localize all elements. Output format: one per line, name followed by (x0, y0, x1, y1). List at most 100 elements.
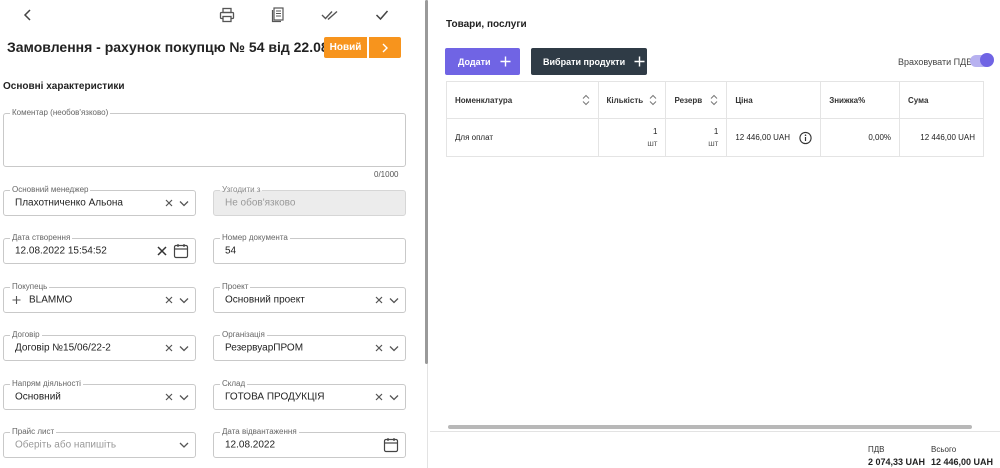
status-button[interactable]: Новий (324, 37, 367, 58)
sort-icon[interactable] (582, 94, 590, 106)
chevron-down-icon[interactable] (179, 442, 189, 449)
chevron-down-icon[interactable] (179, 394, 189, 401)
contract-label: Договір (10, 330, 42, 340)
sort-icon[interactable] (649, 94, 657, 106)
clear-icon[interactable] (165, 296, 173, 304)
comment-counter: 0/1000 (374, 170, 399, 179)
table-header-row: Номенклатура Кількість Резерв Ціна Знижк… (446, 81, 984, 119)
project-value: Основний проект (225, 294, 305, 306)
double-check-icon[interactable] (319, 4, 341, 26)
created-date-field[interactable]: Дата створення 12.08.2022 15:54:52 (3, 233, 196, 264)
doc-number-field[interactable]: Номер документа 54 (213, 233, 406, 264)
order-screen: Замовлення - рахунок покупцю № 54 від 22… (0, 0, 1000, 468)
agree-with-label: Узгодити з (220, 185, 263, 195)
choose-products-label: Вибрати продукти (543, 56, 626, 67)
project-select[interactable]: Проект Основний проект (213, 282, 406, 313)
plus-icon (634, 56, 645, 67)
col-header-qty[interactable]: Кількість (597, 81, 667, 119)
add-button[interactable]: Додати (445, 48, 520, 75)
price-list-select[interactable]: Прайс лист Оберіть або напишіть (3, 427, 196, 458)
buyer-select[interactable]: Покупець BLAMMO (3, 282, 196, 313)
agree-with-field: Узгодити з Не обов'язково (213, 185, 406, 216)
clear-icon[interactable] (165, 199, 173, 207)
sort-icon[interactable] (710, 94, 718, 106)
check-icon[interactable] (371, 4, 393, 26)
chevron-down-icon[interactable] (179, 297, 189, 304)
footer-divider (430, 431, 1000, 432)
doc-number-label: Номер документа (220, 233, 290, 243)
project-label: Проект (220, 282, 251, 292)
buyer-label: Покупець (10, 282, 50, 292)
doc-number-value: 54 (225, 245, 237, 257)
organization-select[interactable]: Організація РезервуарПРОМ (213, 330, 406, 361)
chevron-down-icon[interactable] (389, 394, 399, 401)
cell-reserve[interactable]: 1 шт (665, 118, 728, 157)
document-icon[interactable] (267, 4, 289, 26)
col-header-sum[interactable]: Сума (899, 81, 984, 119)
back-chevron-icon[interactable] (17, 4, 39, 26)
plus-icon[interactable] (12, 296, 21, 305)
price-list-placeholder: Оберіть або напишіть (15, 439, 117, 451)
cell-price[interactable]: 12 446,00 UAH (726, 118, 822, 157)
buyer-value: BLAMMO (29, 294, 73, 306)
activity-value: Основний (15, 391, 61, 403)
clear-icon[interactable] (375, 393, 383, 401)
ship-date-label: Дата відвантаження (220, 427, 299, 437)
clear-icon[interactable] (157, 246, 167, 256)
vat-toggle-knob (980, 53, 994, 67)
cell-qty[interactable]: 1 шт (597, 118, 667, 157)
horizontal-scrollbar[interactable] (448, 425, 972, 429)
calendar-icon[interactable] (173, 243, 189, 259)
toolbar (0, 4, 420, 26)
section-title: Основні характеристики (3, 81, 125, 92)
print-icon[interactable] (216, 4, 238, 26)
ship-date-value: 12.08.2022 (225, 439, 276, 451)
vat-toggle[interactable] (970, 53, 994, 67)
grand-total-label: Всього (931, 445, 957, 454)
contract-select[interactable]: Договір Договір №15/06/22-2 (3, 330, 196, 361)
col-header-reserve[interactable]: Резерв (665, 81, 728, 119)
created-date-label: Дата створення (10, 233, 73, 243)
cell-name: Для оплат (446, 118, 599, 157)
warehouse-select[interactable]: Склад ГОТОВА ПРОДУКЦІЯ (213, 379, 406, 410)
chevron-down-icon[interactable] (389, 345, 399, 352)
clear-icon[interactable] (375, 296, 383, 304)
chevron-down-icon[interactable] (389, 297, 399, 304)
comment-textarea[interactable]: Коментар (необов'язково) (3, 108, 406, 167)
organization-value: РезервуарПРОМ (225, 342, 304, 354)
choose-products-button[interactable]: Вибрати продукти (531, 48, 647, 75)
table-row[interactable]: Для оплат 1 шт 1 шт 12 446,00 UAH 0,00% … (446, 118, 984, 157)
next-status-button[interactable] (369, 37, 401, 58)
ship-date-field[interactable]: Дата відвантаження 12.08.2022 (213, 427, 406, 458)
vat-toggle-label: Враховувати ПДВ (898, 57, 973, 67)
col-header-price[interactable]: Ціна (726, 81, 822, 119)
cell-sum: 12 446,00 UAH (899, 118, 984, 157)
chevron-down-icon[interactable] (179, 200, 189, 207)
goods-table: Номенклатура Кількість Резерв Ціна Знижк… (446, 81, 984, 157)
organization-label: Організація (220, 330, 267, 340)
activity-label: Напрям діяльності (10, 379, 83, 389)
activity-select[interactable]: Напрям діяльності Основний (3, 379, 196, 410)
manager-select[interactable]: Основний менеджер Плахотниченко Альона (3, 185, 196, 216)
col-header-discount[interactable]: Знижка% (820, 81, 901, 119)
warehouse-label: Склад (220, 379, 248, 389)
buyer-value-wrap: BLAMMO (12, 295, 72, 306)
chevron-down-icon[interactable] (179, 345, 189, 352)
col-header-name[interactable]: Номенклатура (446, 81, 599, 119)
chevron-right-icon (382, 43, 388, 52)
info-icon[interactable] (799, 131, 812, 144)
manager-label: Основний менеджер (10, 185, 91, 195)
manager-value: Плахотниченко Альона (15, 197, 123, 209)
clear-icon[interactable] (375, 344, 383, 352)
clear-icon[interactable] (165, 344, 173, 352)
vertical-scrollbar[interactable] (425, 0, 428, 364)
order-form-panel: Замовлення - рахунок покупцю № 54 від 22… (0, 0, 420, 468)
price-list-label: Прайс лист (10, 427, 57, 437)
comment-label: Коментар (необов'язково) (10, 108, 111, 118)
calendar-icon[interactable] (383, 437, 399, 453)
cell-discount[interactable]: 0,00% (820, 118, 901, 157)
grand-total-value: 12 446,00 UAH (931, 457, 994, 467)
warehouse-value: ГОТОВА ПРОДУКЦІЯ (225, 391, 325, 403)
clear-icon[interactable] (165, 393, 173, 401)
contract-value: Договір №15/06/22-2 (15, 342, 111, 354)
